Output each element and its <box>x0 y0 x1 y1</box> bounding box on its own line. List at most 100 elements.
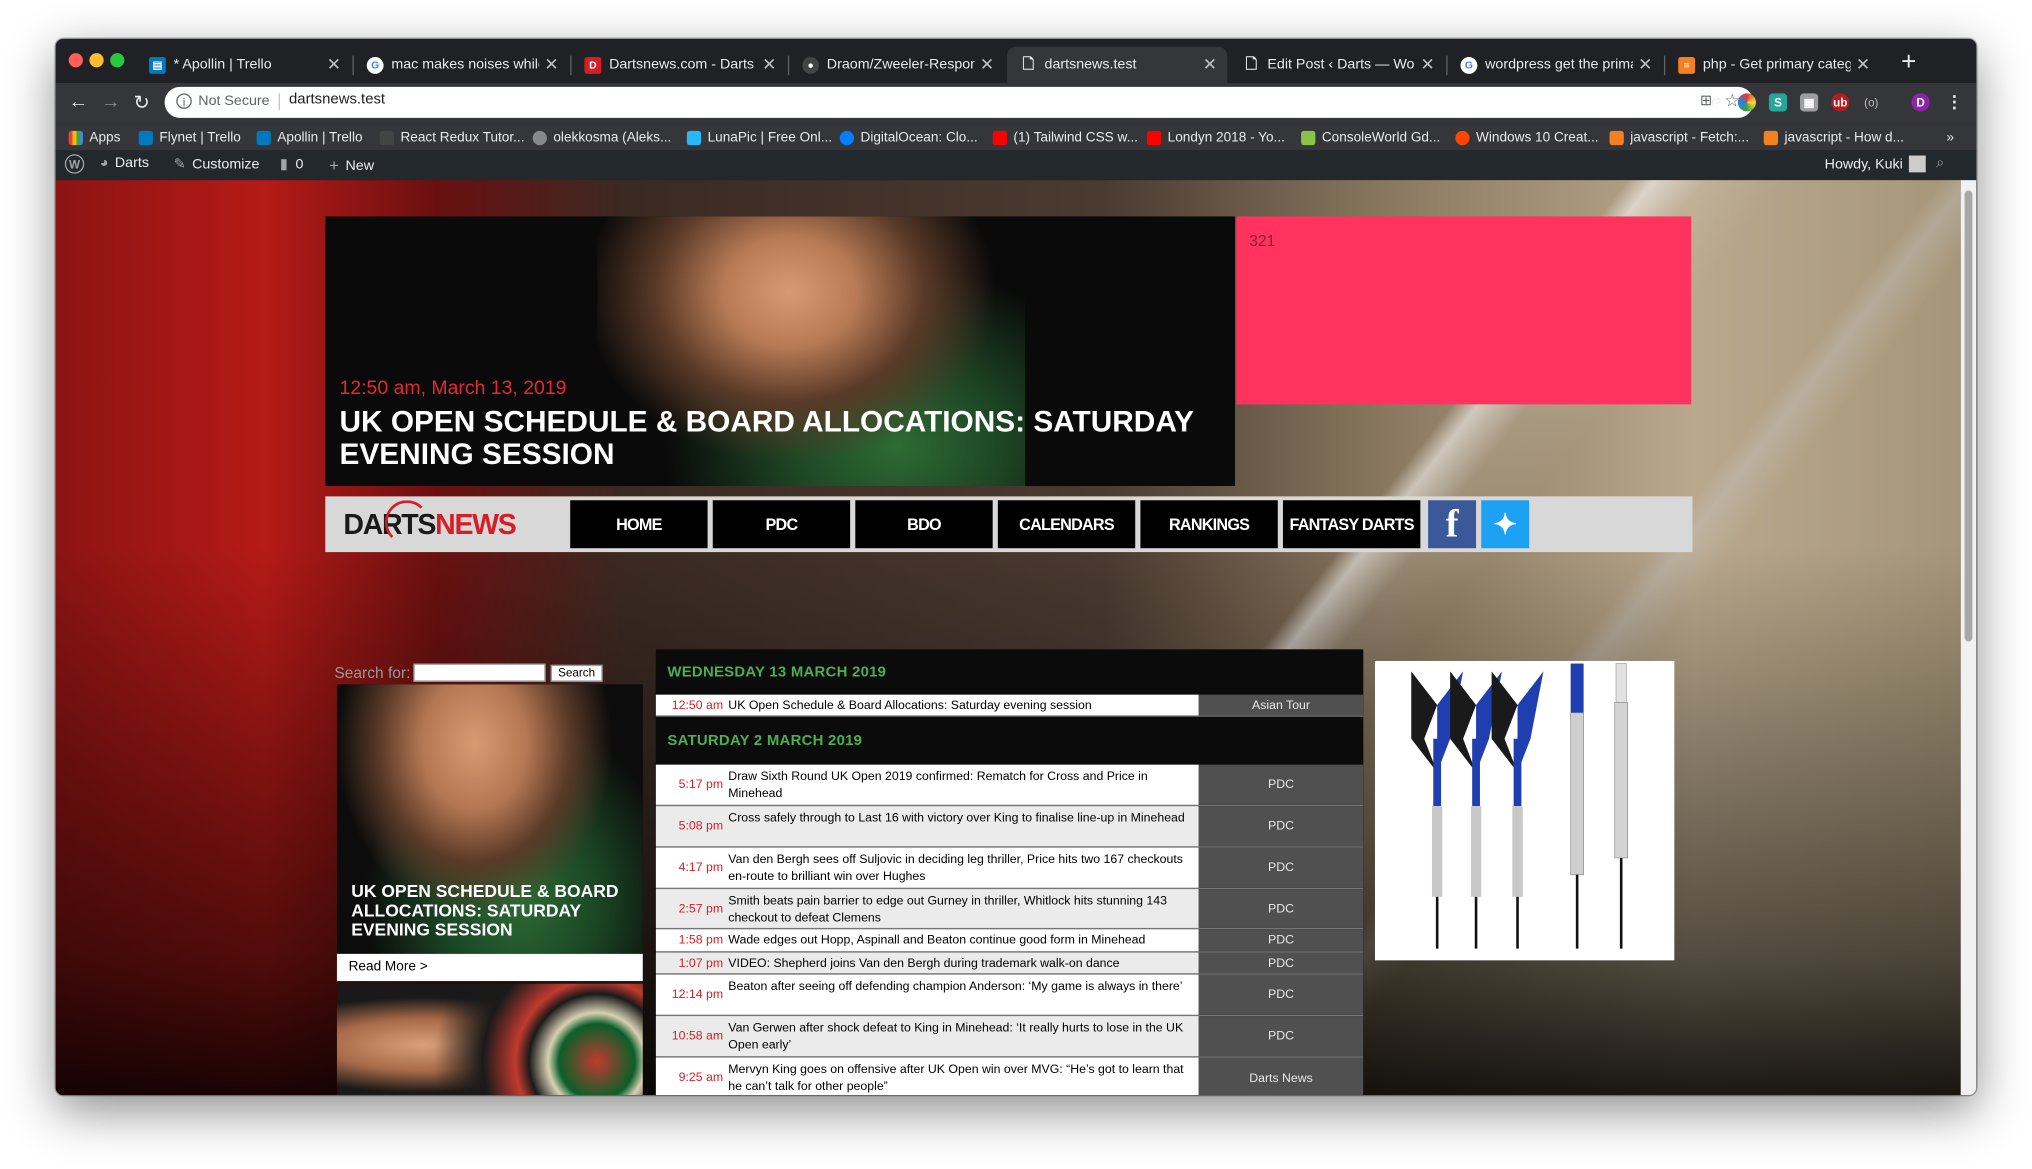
close-tab-icon[interactable]: ✕ <box>544 54 558 75</box>
table-row[interactable]: 5:17 pm Draw Sixth Round UK Open 2019 co… <box>655 764 1364 807</box>
stackoverflow-icon <box>1609 130 1624 145</box>
nav-rankings[interactable]: RANKINGS <box>1140 500 1278 549</box>
menu-kebab-icon[interactable]: ⋮ <box>1945 93 1963 111</box>
forward-arrow-icon[interactable]: → <box>101 91 120 113</box>
wp-customize[interactable]: ✎ Customize <box>174 156 260 172</box>
colorpicker-extension-icon[interactable] <box>1737 93 1756 112</box>
facebook-icon[interactable]: f <box>1428 500 1477 549</box>
close-tab-icon[interactable]: ✕ <box>327 54 341 75</box>
nav-fantasy-darts[interactable]: FANTASY DARTS <box>1282 500 1421 549</box>
apps-grid-icon <box>68 130 83 145</box>
page-scrollbar[interactable] <box>1960 180 1977 1096</box>
table-row[interactable]: 12:50 am UK Open Schedule & Board Alloca… <box>655 694 1364 717</box>
news-schedule: WEDNESDAY 13 MARCH 2019 12:50 am UK Open… <box>655 649 1364 1096</box>
close-tab-icon[interactable]: ✕ <box>1203 54 1217 75</box>
table-row[interactable]: 10:58 am Van Gerwen after shock defeat t… <box>655 1016 1364 1058</box>
table-row[interactable]: 12:14 pm Beaton after seeing off defendi… <box>655 974 1364 1017</box>
close-window-button[interactable] <box>68 53 83 68</box>
url-text[interactable]: dartsnews.test <box>289 92 385 108</box>
address-bar[interactable]: i Not Secure dartsnews.test ⊞ ☆ <box>164 86 1754 118</box>
tab-github[interactable]: ● Draom/Zweeler-Responsive✕ <box>789 47 1004 83</box>
wp-site-name[interactable]: ◕ Darts <box>100 156 149 172</box>
darts-product-ad[interactable] <box>1374 660 1675 961</box>
day-heading: SATURDAY 2 MARCH 2019 <box>667 733 863 750</box>
close-tab-icon[interactable]: ✕ <box>762 54 776 75</box>
digitalocean-icon <box>839 130 855 145</box>
comment-icon: ▮ <box>279 156 288 173</box>
hero-featured-post[interactable]: 12:50 am, March 13, 2019 UK OPEN SCHEDUL… <box>325 216 1236 487</box>
close-tab-icon[interactable]: ✕ <box>980 54 994 75</box>
bookmark-github[interactable]: olekkosma (Aleks... <box>532 128 671 146</box>
tab-dartsnews-test[interactable]: 🗋 dartsnews.test ✕ <box>1006 46 1228 83</box>
code-extension-icon[interactable]: (o) <box>1862 93 1880 111</box>
tab-dartsnews-com[interactable]: D Dartsnews.com - Darts - La✕ <box>572 47 787 83</box>
nav-calendars[interactable]: CALENDARS <box>997 500 1136 549</box>
youtube-icon <box>1146 130 1162 145</box>
nav-pdc[interactable]: PDC <box>712 500 851 549</box>
table-row[interactable]: 1:07 pm VIDEO: Shepherd joins Van den Be… <box>655 952 1364 975</box>
stackoverflow-icon: ≡ <box>1678 56 1696 74</box>
wp-new[interactable]: + New <box>329 156 374 175</box>
tab-google-wordpress[interactable]: G wordpress get the primary c✕ <box>1448 47 1663 83</box>
bookmark-js-fetch[interactable]: javascript - Fetch:... <box>1609 128 1749 146</box>
secondary-card-image[interactable] <box>336 983 643 1096</box>
featured-card-title[interactable]: UK OPEN SCHEDULE & BOARD ALLOCATIONS: SA… <box>351 881 636 939</box>
nav-home[interactable]: HOME <box>570 500 708 549</box>
wp-comments[interactable]: ▮ 0 <box>279 156 304 173</box>
bookmark-apollin-trello[interactable]: Apollin | Trello <box>256 128 363 146</box>
maximize-window-button[interactable] <box>110 53 125 68</box>
bookmark-digitalocean[interactable]: DigitalOcean: Clo... <box>839 128 978 146</box>
bookmarks-overflow-button[interactable]: » <box>1946 128 1954 146</box>
ublock-extension-icon[interactable]: ub <box>1831 93 1850 112</box>
read-more-link[interactable]: Read More > <box>336 953 643 982</box>
search-icon[interactable]: ⌕ <box>1936 156 1944 173</box>
bookmark-windows10[interactable]: Windows 10 Creat... <box>1455 128 1599 146</box>
bookmark-js-how[interactable]: javascript - How d... <box>1763 128 1904 146</box>
bookmark-consoleworld[interactable]: ConsoleWorld Gd... <box>1301 128 1440 146</box>
table-row[interactable]: 9:25 am Mervyn King goes on offensive af… <box>655 1057 1364 1096</box>
profile-avatar[interactable]: D <box>1911 93 1930 112</box>
fx-extension-icon[interactable]: f? <box>1707 93 1725 111</box>
scrollbar-thumb[interactable] <box>1964 190 1973 642</box>
s-extension-icon[interactable]: S <box>1768 93 1788 112</box>
plus-icon: + <box>329 155 340 175</box>
bookmark-react-redux[interactable]: React Redux Tutor... <box>379 128 524 146</box>
nav-bdo[interactable]: BDO <box>855 500 993 549</box>
table-row[interactable]: 1:58 pm Wade edges out Hopp, Aspinall an… <box>655 929 1364 953</box>
main-navigation: DARTSNEWS HOME PDC BDO CALENDARS RANKING… <box>325 496 1693 553</box>
search-button[interactable]: Search <box>550 664 603 682</box>
close-tab-icon[interactable]: ✕ <box>1856 54 1870 75</box>
reload-icon[interactable]: ↻ <box>133 91 149 114</box>
bookmark-flynet-trello[interactable]: Flynet | Trello <box>138 128 241 146</box>
table-row[interactable]: 2:57 pm Smith beats pain barrier to edge… <box>655 889 1364 930</box>
bookmark-apps[interactable]: Apps <box>68 128 120 146</box>
tab-edit-post[interactable]: 🗋 Edit Post ‹ Darts — WordPr✕ <box>1230 47 1445 83</box>
bookmarks-bar: Apps Flynet | Trello Apollin | Trello Re… <box>55 124 1977 152</box>
table-row[interactable]: 4:17 pm Van den Bergh sees off Suljovic … <box>655 847 1364 890</box>
security-label[interactable]: Not Secure <box>198 93 269 109</box>
logo-dartboard-icon <box>384 500 429 545</box>
wordpress-logo-icon[interactable]: W <box>64 154 85 174</box>
bookmark-londyn-youtube[interactable]: Londyn 2018 - Yo... <box>1146 128 1285 146</box>
bookmark-lunapic[interactable]: LunaPic | Free Onl... <box>686 128 832 146</box>
site-logo[interactable]: DARTSNEWS <box>343 508 516 542</box>
close-tab-icon[interactable]: ✕ <box>1638 54 1652 75</box>
twitter-icon[interactable]: ✦ <box>1481 500 1530 549</box>
tab-trello[interactable]: ▤ * Apollin | Trello ✕ <box>136 47 351 83</box>
tab-stackoverflow[interactable]: ≡ php - Get primary category✕ <box>1665 47 1880 83</box>
dart-silver-1 <box>1570 663 1584 949</box>
new-tab-button[interactable]: + <box>1901 48 1916 78</box>
featured-card[interactable]: UK OPEN SCHEDULE & BOARD ALLOCATIONS: SA… <box>336 684 643 954</box>
minimize-window-button[interactable] <box>89 53 104 68</box>
close-tab-icon[interactable]: ✕ <box>1420 54 1434 75</box>
search-input[interactable] <box>413 663 546 682</box>
grid-extension-icon[interactable]: ▦ <box>1800 93 1819 112</box>
back-arrow-icon[interactable]: ← <box>69 91 88 113</box>
info-icon[interactable]: i <box>176 93 192 109</box>
bookmark-tailwind-youtube[interactable]: (1) Tailwind CSS w... <box>992 128 1138 146</box>
tab-google-search[interactable]: G mac makes noises while mo✕ <box>354 47 569 83</box>
wp-my-account[interactable]: Howdy, Kuki <box>1825 155 1927 173</box>
hero-title[interactable]: UK OPEN SCHEDULE & BOARD ALLOCATIONS: SA… <box>340 405 1221 471</box>
browser-window: ▤ * Apollin | Trello ✕ G mac makes noises… <box>55 38 1977 1096</box>
table-row[interactable]: 5:08 pm Cross safely through to Last 16 … <box>655 806 1364 848</box>
